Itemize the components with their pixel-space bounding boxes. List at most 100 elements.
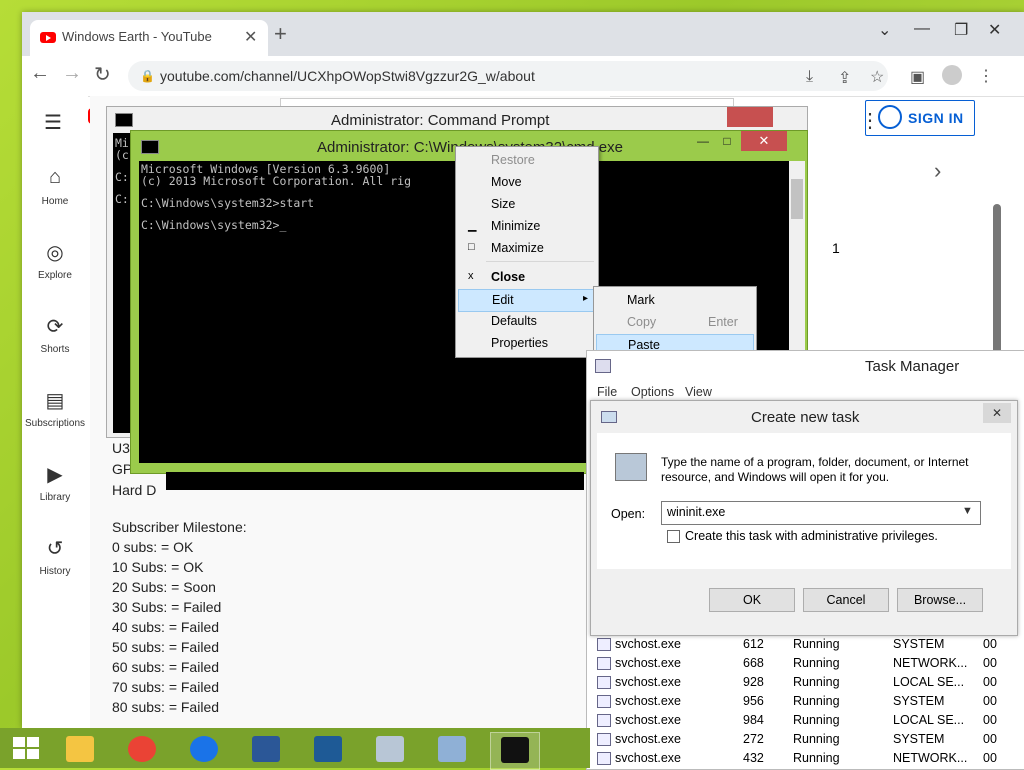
process-icon [597, 695, 611, 708]
cmd-maximize-button[interactable]: □ [715, 131, 739, 151]
bookmark-star-icon[interactable]: ☆ [870, 67, 884, 87]
cmd-back-close-button[interactable] [727, 107, 773, 127]
download-icon[interactable]: ⤓ [806, 68, 813, 86]
forward-icon[interactable]: → [62, 62, 82, 85]
lock-icon: 🔒 [140, 69, 155, 83]
settings-app-taskbar-button[interactable] [242, 732, 290, 768]
back-icon[interactable]: ← [30, 62, 50, 85]
ok-button[interactable]: OK [709, 588, 795, 612]
browse-button[interactable]: Browse... [897, 588, 983, 612]
process-row[interactable]: svchost.exe 984 Running LOCAL SE... 00 [593, 711, 1023, 730]
chevron-right-icon[interactable]: › [934, 158, 941, 184]
defender-icon [314, 736, 342, 762]
side-panel-icon[interactable]: ▣ [910, 67, 925, 87]
close-window-button[interactable]: ✕ [988, 20, 1001, 40]
chrome-menu-icon[interactable]: ⋮ [978, 66, 994, 86]
sidebar-item-subscriptions[interactable]: ▤ Subscriptions [22, 388, 88, 429]
ccleaner-taskbar-button[interactable] [180, 732, 228, 768]
milestone-item: 60 subs: = Failed [112, 659, 220, 675]
defender-taskbar-button[interactable] [304, 732, 352, 768]
admin-privileges-checkbox[interactable] [667, 530, 680, 543]
cancel-button[interactable]: Cancel [803, 588, 889, 612]
profile-avatar[interactable] [942, 65, 962, 85]
process-user: LOCAL SE... [893, 675, 965, 689]
dialog-description: Type the name of a program, folder, docu… [661, 455, 969, 484]
hamburger-menu-icon[interactable]: ☰ [44, 110, 62, 135]
menu-item-minimize[interactable]: ▁ Minimize [458, 216, 596, 237]
process-row[interactable]: svchost.exe 928 Running LOCAL SE... 00 [593, 673, 1023, 692]
menu-separator [486, 261, 594, 262]
milestone-item: 80 subs: = Failed [112, 699, 220, 715]
process-pid: 432 [743, 751, 764, 765]
cmd-back-console-edge [166, 472, 584, 490]
task-manager-menu-item[interactable]: View [685, 385, 712, 399]
task-manager-titlebar[interactable]: Task Manager [587, 351, 1024, 381]
milestone-item: 10 Subs: = OK [112, 559, 204, 575]
file-explorer-taskbar-button[interactable] [56, 732, 104, 768]
minimize-window-button[interactable]: — [914, 20, 930, 38]
sign-in-button[interactable]: SIGN IN [865, 100, 975, 136]
youtube-sidebar: ☰ ⌂ Home ◎ Explore ⟳ Shorts ▤ Subscriptions ▶ Lib… [22, 96, 110, 728]
open-input[interactable]: wininit.exe ▼ [661, 501, 981, 525]
process-cpu: 00 [983, 713, 997, 727]
process-status: Running [793, 732, 840, 746]
cmd-scroll-thumb[interactable] [791, 179, 803, 219]
sidebar-item-history[interactable]: ↺ History [22, 536, 88, 577]
menu-item-close[interactable]: x Close [458, 267, 596, 288]
menu-item-properties[interactable]: Properties [458, 333, 596, 354]
library-icon: ▶ [47, 464, 63, 486]
new-tab-button[interactable]: + [274, 23, 287, 45]
menu-item-defaults[interactable]: Defaults [458, 311, 596, 332]
run-dialog-taskbar-button[interactable] [428, 732, 476, 768]
process-pid: 668 [743, 656, 764, 670]
start-button[interactable] [13, 737, 39, 759]
process-icon [597, 657, 611, 670]
address-bar[interactable]: 🔒 youtube.com/channel/UCXhpOWopStwi8Vgzz… [128, 61, 888, 91]
milestone-item: 20 Subs: = Soon [112, 579, 216, 595]
admin-privileges-label[interactable]: Create this task with administrative pri… [685, 529, 938, 543]
sidebar-item-library[interactable]: ▶ Library [22, 462, 88, 503]
process-status: Running [793, 713, 840, 727]
close-tab-icon[interactable]: ✕ [244, 27, 257, 47]
menu-item-restore[interactable]: Restore [458, 150, 596, 171]
chrome-taskbar-button[interactable] [118, 732, 166, 768]
command-prompt-taskbar-button[interactable] [490, 732, 540, 770]
menu-item-close-icon: x [468, 270, 474, 282]
dialog-panel: Type the name of a program, folder, docu… [597, 433, 1011, 569]
browser-tab[interactable]: Windows Earth - YouTube ✕ [30, 20, 268, 56]
maximize-window-button[interactable]: ❐ [954, 20, 968, 40]
share-icon[interactable]: ⇪ [838, 68, 851, 88]
process-name: svchost.exe [615, 751, 682, 765]
process-cpu: 00 [983, 675, 997, 689]
sidebar-item-shorts[interactable]: ⟳ Shorts [22, 314, 88, 355]
task-manager-menu-item[interactable]: Options [631, 385, 674, 399]
cmd-close-button[interactable]: ✕ [741, 131, 787, 151]
menu-item-move[interactable]: Move [458, 172, 596, 193]
reload-icon[interactable]: ↻ [94, 62, 111, 87]
menu-item-maximize[interactable]: □ Maximize [458, 238, 596, 259]
sidebar-item-explore[interactable]: ◎ Explore [22, 240, 88, 281]
process-cpu: 00 [983, 732, 997, 746]
process-name: svchost.exe [615, 675, 682, 689]
dialog-close-button[interactable]: ✕ [983, 403, 1011, 423]
task-manager-taskbar-button[interactable] [366, 732, 414, 768]
sidebar-item-home[interactable]: ⌂ Home [22, 166, 88, 207]
process-row[interactable]: svchost.exe 668 Running NETWORK... 00 [593, 654, 1023, 673]
menu-item-edit[interactable]: Edit ▸ [458, 289, 598, 312]
task-manager-menu-item[interactable]: File [597, 385, 617, 399]
chevron-down-icon[interactable]: ▼ [962, 505, 973, 517]
process-cpu: 00 [983, 694, 997, 708]
process-row[interactable]: svchost.exe 432 Running NETWORK... 00 [593, 749, 1023, 768]
process-row[interactable]: svchost.exe 956 Running SYSTEM 00 [593, 692, 1023, 711]
milestone-item: 50 subs: = Failed [112, 639, 220, 655]
cmd-minimize-button[interactable]: — [691, 131, 715, 151]
process-cpu: 00 [983, 637, 997, 651]
menu-item-size[interactable]: Size [458, 194, 596, 215]
process-row[interactable]: svchost.exe 612 Running SYSTEM 00 [593, 635, 1023, 654]
submenu-item-mark[interactable]: Mark [596, 290, 752, 310]
menu-item-label: Defaults [491, 314, 537, 328]
shorts-icon: ⟳ [46, 316, 64, 338]
process-row[interactable]: svchost.exe 272 Running SYSTEM 00 [593, 730, 1023, 749]
tab-search-icon[interactable]: ⌄ [878, 20, 891, 40]
submenu-item-copy[interactable]: Copy Enter [596, 312, 752, 332]
